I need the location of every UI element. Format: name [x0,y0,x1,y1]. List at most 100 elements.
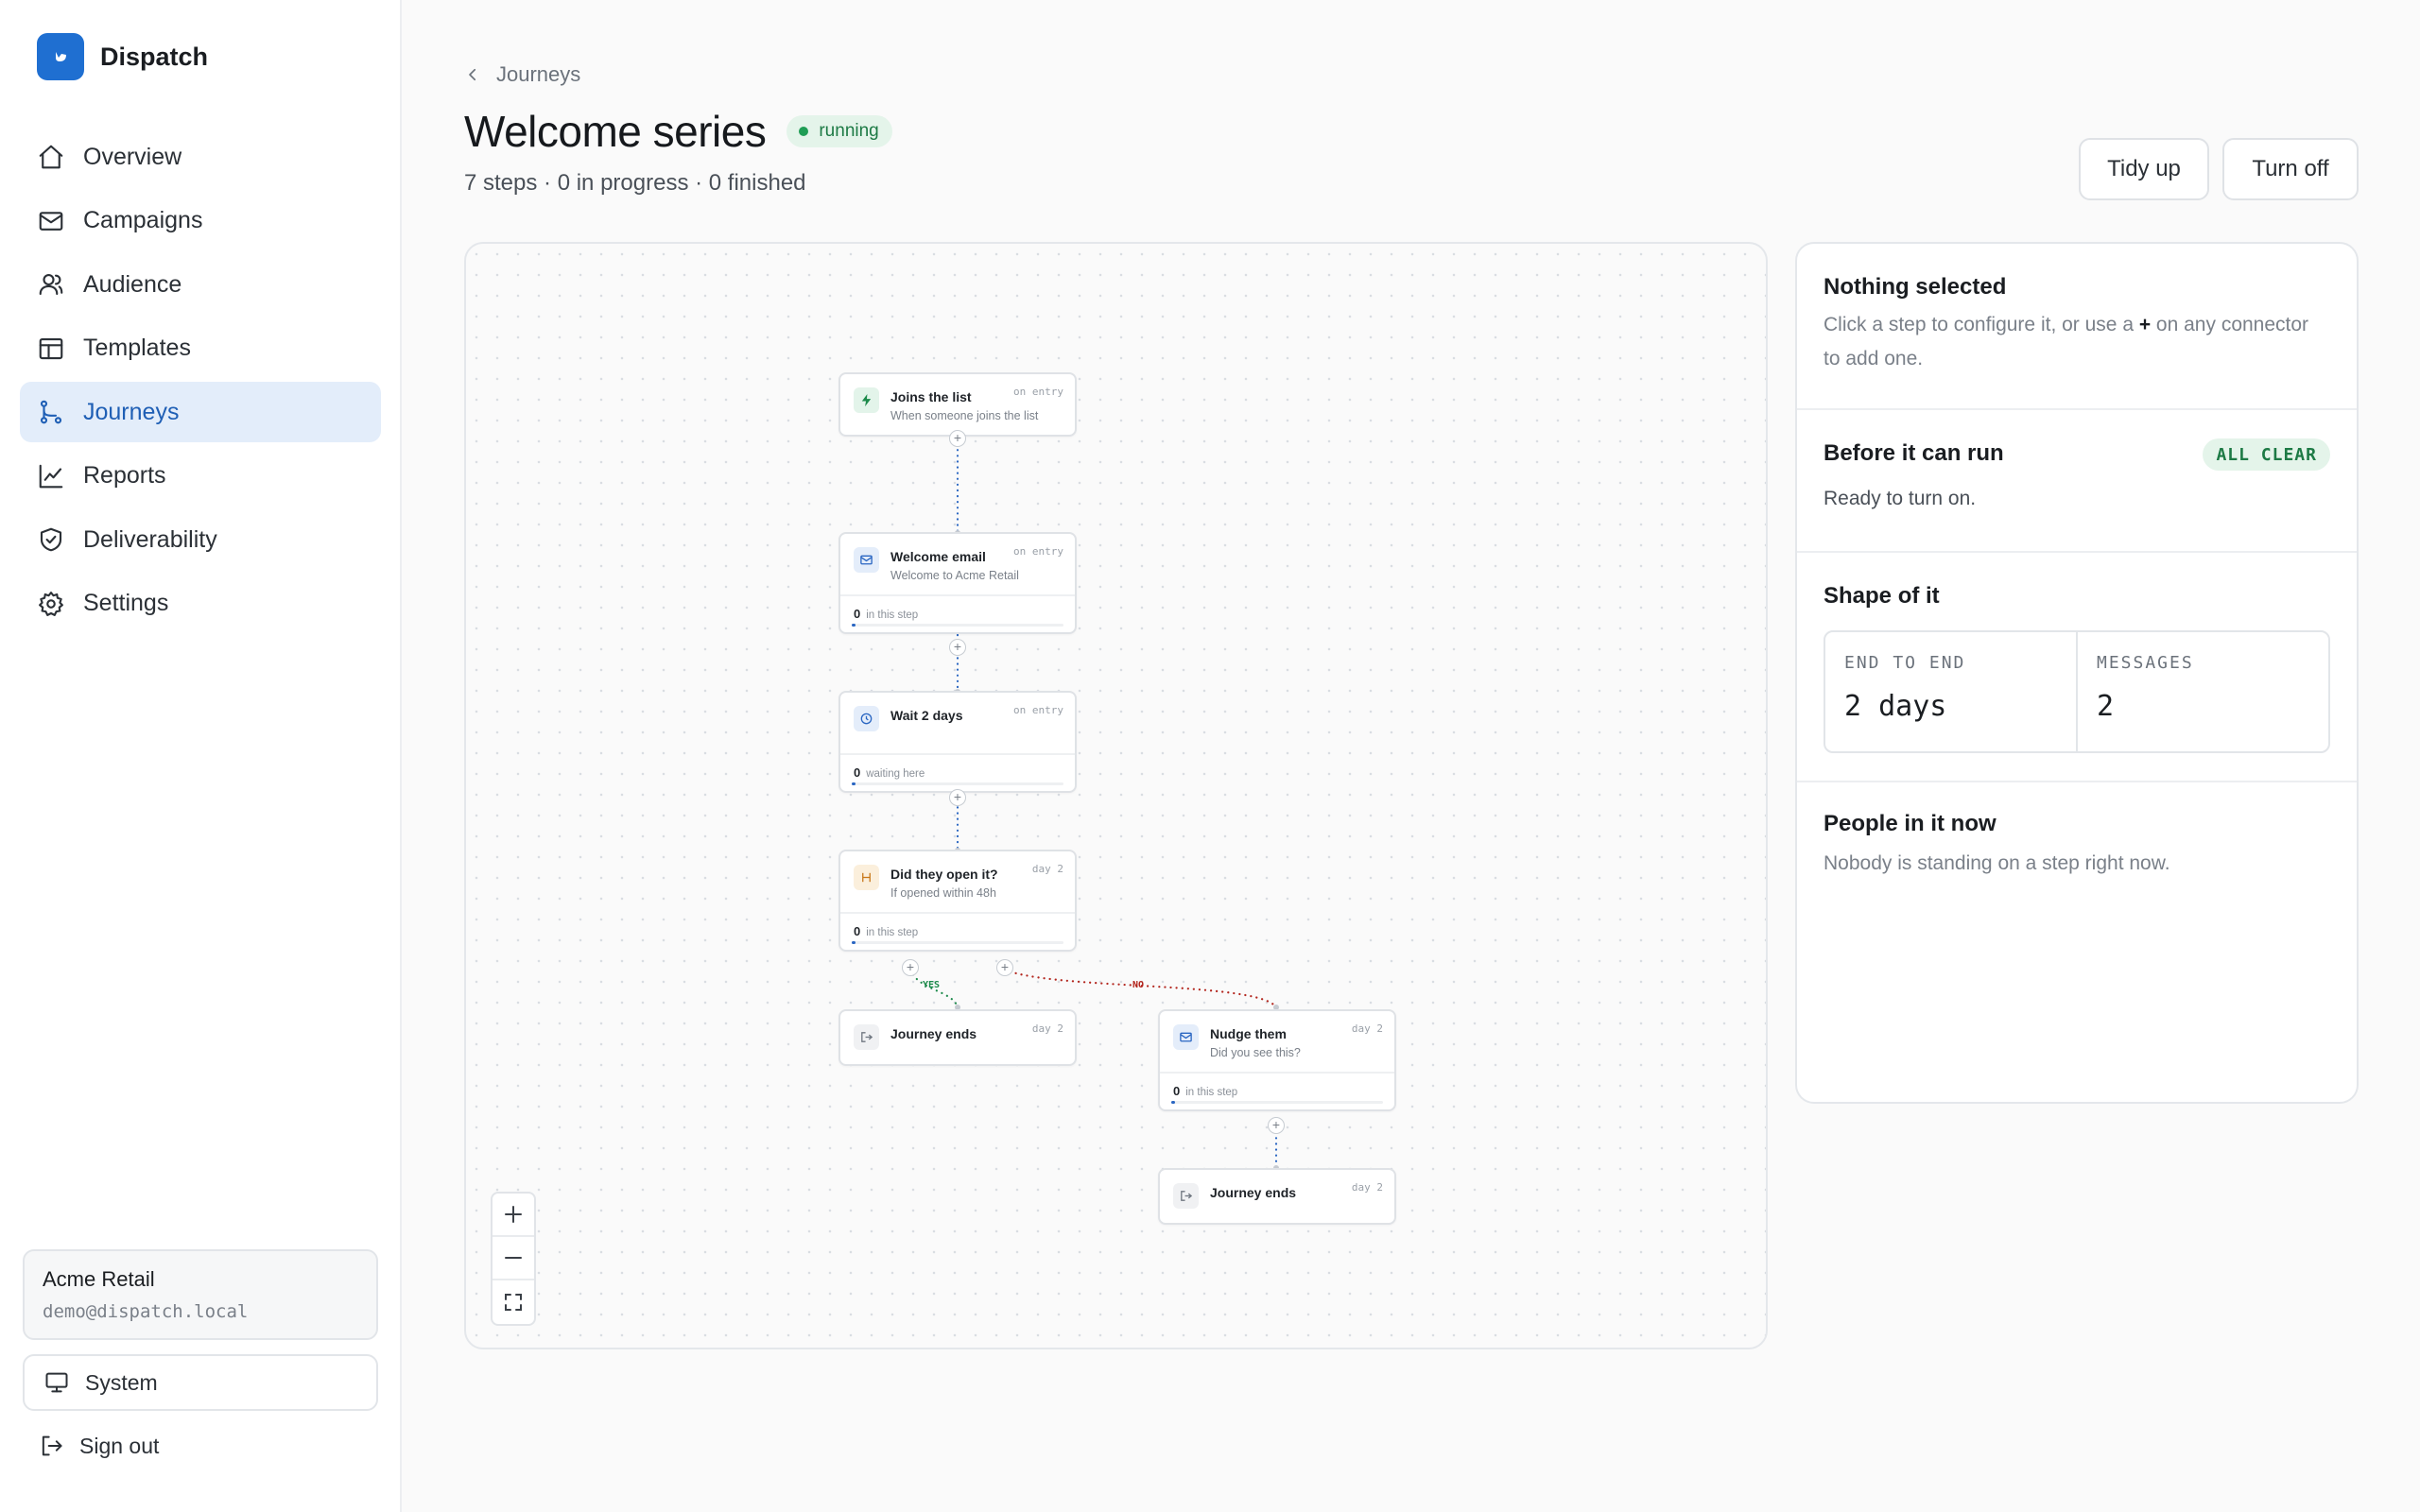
add-step-plus[interactable]: + [1268,1117,1285,1134]
step-timing: day 2 [1031,863,1063,875]
nav-item-overview[interactable]: Overview [20,127,381,187]
readiness-section: Before it can run ALL CLEAR Ready to tur… [1797,410,2357,553]
readiness-text: Ready to turn on. [1824,488,1977,509]
nav-item-templates[interactable]: Templates [20,318,381,379]
nav-item-campaigns[interactable]: Campaigns [20,191,381,251]
step-title: Wait 2 days [890,708,963,723]
chevron-left-icon [469,68,476,81]
sign-out-button[interactable]: Sign out [38,1433,159,1459]
step-welcome-email[interactable]: Welcome email Welcome to Acme Retail on … [838,532,1077,634]
sidebar: Dispatch Overview Campaigns Audience Tem… [0,0,402,1512]
tidy-up-button[interactable]: Tidy up [2079,138,2209,200]
step-trigger[interactable]: Joins the list When someone joins the li… [838,372,1077,437]
nav-label: Deliverability [83,525,217,553]
step-subtitle: Welcome to Acme Retail [890,569,1019,582]
zoom-out-button[interactable] [493,1237,534,1280]
nav-label: Reports [83,462,166,489]
title-row: Welcome series running [464,106,892,157]
step-title: Journey ends [1210,1185,1297,1200]
selection-hint: Click a step to configure it, or use a +… [1824,314,2309,369]
main-nav: Overview Campaigns Audience Templates Jo… [20,127,381,637]
step-title: Did they open it? [890,867,998,882]
monitor-icon [45,1372,68,1393]
add-step-plus[interactable]: + [949,639,966,656]
step-wait[interactable]: Wait 2 days on entry 0 waiting here [838,691,1077,793]
people-text: Nobody is standing on a step right now. [1824,852,2170,874]
sign-out-label: Sign out [79,1433,160,1458]
step-timing: on entry [1013,545,1063,558]
theme-toggle-button[interactable]: System [23,1354,378,1411]
step-timing: on entry [1013,704,1063,716]
step-count-label: in this step [1185,1087,1238,1098]
step-title: Journey ends [890,1026,977,1041]
exit-icon [854,1024,879,1050]
step-count: 0 [854,924,861,938]
step-progress-bar [852,941,1063,944]
status-label: running [819,121,879,141]
step-timing: on entry [1013,386,1063,398]
nav-item-reports[interactable]: Reports [20,446,381,507]
add-step-plus-yes[interactable]: + [902,959,919,976]
nav-label: Campaigns [83,207,203,233]
nav-label: Journeys [83,398,180,425]
journey-summary: 7 steps · 0 in progress · 0 finished [464,170,806,196]
add-step-plus-no[interactable]: + [996,959,1013,976]
breadcrumb-label: Journeys [496,62,581,86]
branch-label-yes: YES [923,980,941,990]
step-journey-ends-no[interactable]: Journey ends day 2 [1158,1168,1396,1225]
add-step-plus[interactable]: + [949,789,966,806]
step-progress-bar [852,624,1063,627]
step-journey-ends-yes[interactable]: Journey ends day 2 [838,1009,1077,1066]
clock-icon [854,706,879,731]
people-title: People in it now [1824,811,1996,836]
plus-glyph: + [2138,314,2152,335]
nav-item-audience[interactable]: Audience [20,254,381,315]
minus-icon [505,1257,522,1259]
step-timing: day 2 [1031,1022,1063,1035]
step-title: Nudge them [1210,1026,1287,1041]
nav-item-journeys[interactable]: Journeys [20,382,381,442]
fit-view-button[interactable] [493,1280,534,1324]
step-timing: day 2 [1351,1022,1383,1035]
nav-item-settings[interactable]: Settings [20,574,381,634]
fullscreen-icon [505,1294,522,1311]
step-count-label: waiting here [866,768,925,780]
gear-icon [39,591,63,616]
breadcrumb[interactable]: Journeys [464,62,580,87]
nav-label: Templates [83,335,191,361]
journey-canvas[interactable]: Joins the list When someone joins the li… [464,242,1768,1349]
step-nudge-email[interactable]: Nudge them Did you see this? day 2 0 in t… [1158,1009,1396,1111]
account-card[interactable]: Acme Retail demo@dispatch.local [23,1249,378,1340]
step-count: 0 [854,765,861,780]
exit-icon [1173,1183,1199,1209]
add-step-plus[interactable]: + [949,430,966,447]
brand[interactable]: Dispatch [37,33,208,80]
mail-icon [1173,1024,1199,1050]
connector-layer [908,437,1279,1171]
step-subtitle: Did you see this? [1210,1046,1301,1059]
nav-item-deliverability[interactable]: Deliverability [20,509,381,570]
shape-title: Shape of it [1824,583,1940,609]
layout-icon [39,337,63,359]
users-icon [39,273,63,296]
step-timing: day 2 [1351,1181,1383,1194]
home-icon [39,145,63,169]
step-subtitle: If opened within 48h [890,886,996,900]
stat-label: END TO END [1844,653,1966,673]
nav-label: Overview [83,143,182,170]
step-subtitle: When someone joins the list [890,409,1039,422]
page-title: Welcome series [464,107,767,156]
dispatch-logo-icon [37,33,84,80]
zoom-controls [491,1192,536,1326]
stat-label: MESSAGES [2097,653,2194,673]
split-icon [854,865,879,890]
zoom-in-button[interactable] [493,1194,534,1237]
mail-icon [854,547,879,573]
shape-section: Shape of it END TO END 2 days MESSAGES 2 [1797,553,2357,782]
step-condition[interactable]: Did they open it? If opened within 48h d… [838,850,1077,952]
inspector-panel: Nothing selected Click a step to configu… [1795,242,2359,1104]
step-progress-bar [852,782,1063,785]
nav-label: Settings [83,590,169,616]
account-email: demo@dispatch.local [43,1301,249,1322]
turn-off-button[interactable]: Turn off [2222,138,2359,200]
